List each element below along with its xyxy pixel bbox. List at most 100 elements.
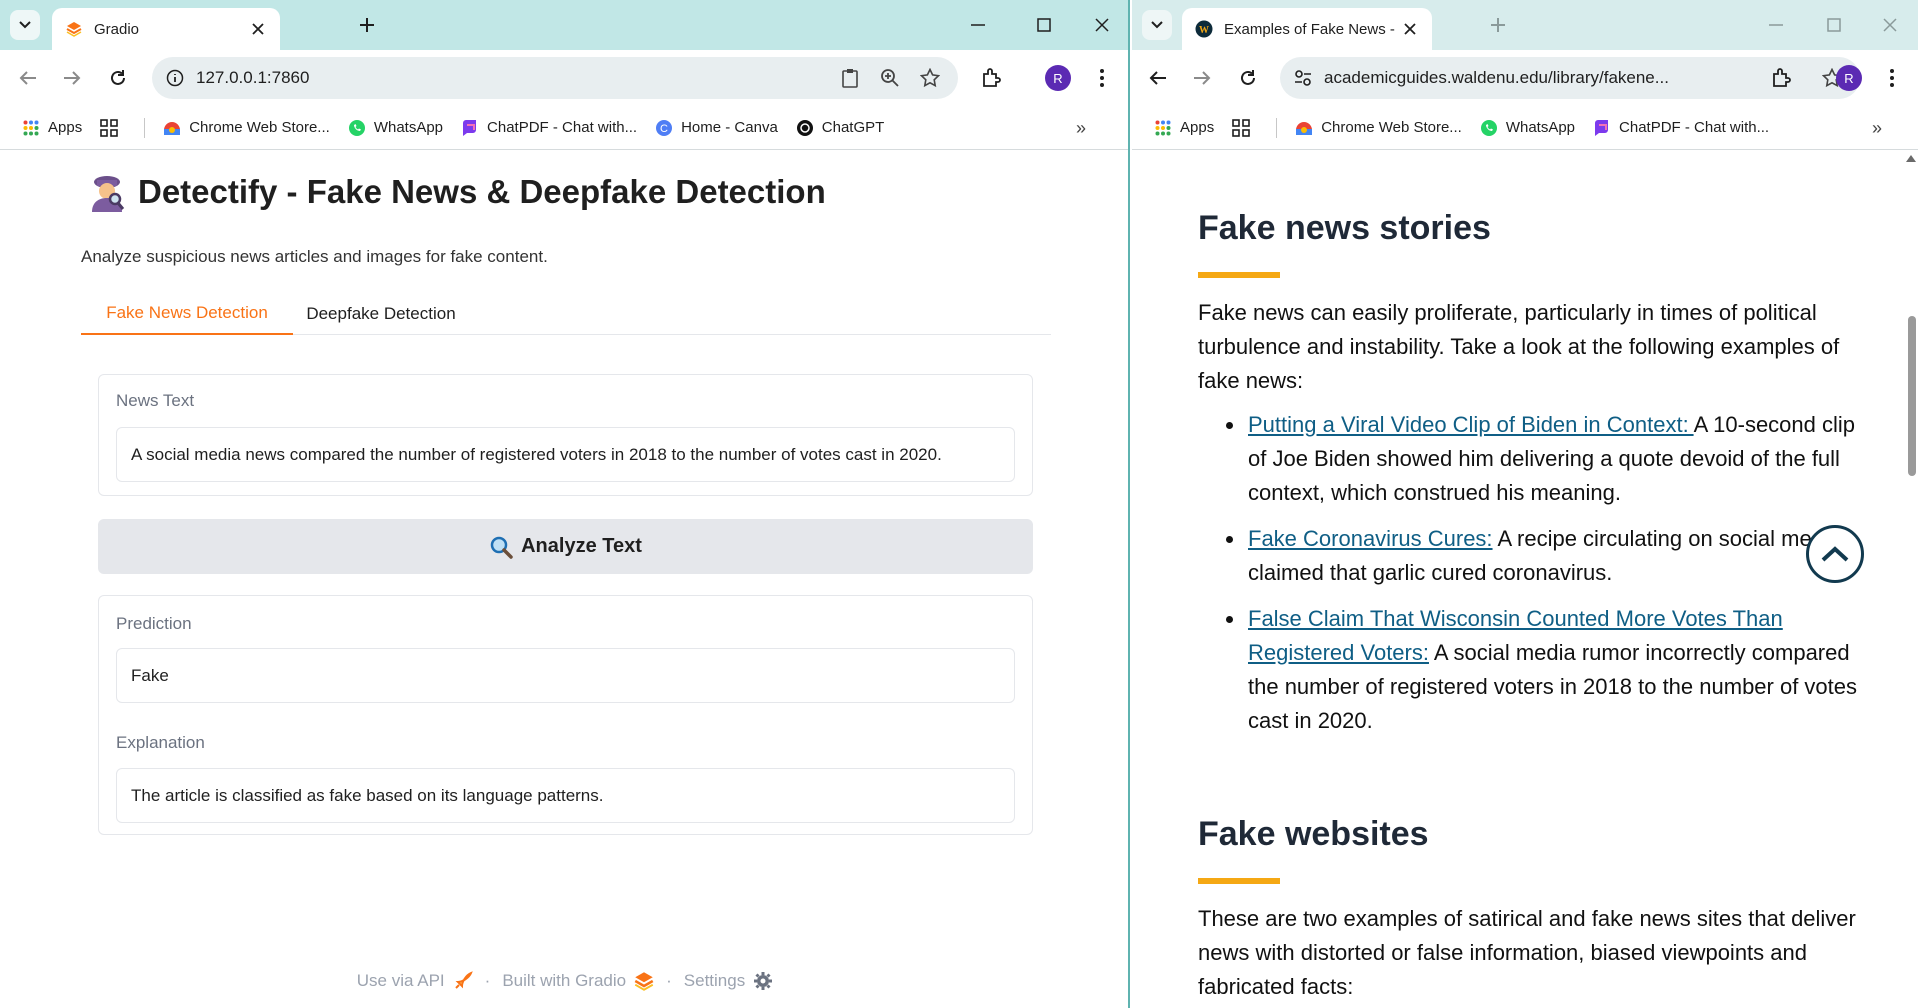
bookmark-apps[interactable]: Apps <box>1154 119 1214 137</box>
vertical-scrollbar[interactable] <box>1904 151 1918 1008</box>
list-item: Putting a Viral Video Clip of Biden in C… <box>1198 408 1858 510</box>
page-title: Detectify - Fake News & Deepfake Detecti… <box>88 172 826 212</box>
article-link[interactable]: Fake Coronavirus Cures: <box>1248 526 1493 551</box>
apps-grid-icon <box>22 119 40 137</box>
tab-groups-button[interactable] <box>1232 118 1258 137</box>
back-button[interactable] <box>12 62 44 94</box>
minimize-button[interactable] <box>960 8 996 42</box>
intro-paragraph: Fake news can easily proliferate, partic… <box>1198 300 1840 393</box>
grid-icon <box>1232 118 1251 137</box>
tab-deepfake-detection[interactable]: Deepfake Detection <box>293 293 469 335</box>
close-tab-icon[interactable] <box>248 19 268 39</box>
examples-list: Putting a Viral Video Clip of Biden in C… <box>1198 408 1858 750</box>
profile-avatar[interactable]: R <box>1045 65 1071 91</box>
close-tab-icon[interactable] <box>1400 19 1420 39</box>
title-text: Detectify - Fake News & Deepfake Detecti… <box>138 173 826 210</box>
canva-icon: C <box>655 119 673 137</box>
tab-groups-button[interactable] <box>100 118 126 137</box>
bookmark-chatgpt[interactable]: ChatGPT <box>796 119 885 137</box>
chevron-up-icon <box>1821 546 1849 562</box>
tab-fake-news-detection[interactable]: Fake News Detection <box>81 293 293 335</box>
bookmark-chatpdf[interactable]: ChatPDF - Chat with... <box>461 119 637 137</box>
bookmark-label: Chrome Web Store... <box>1321 119 1462 136</box>
detective-icon <box>92 176 125 212</box>
magnifier-icon <box>490 536 513 559</box>
apps-grid-icon <box>1154 119 1172 137</box>
back-button[interactable] <box>1142 62 1174 94</box>
menu-button[interactable] <box>1876 62 1908 94</box>
chevron-down-icon <box>1151 21 1163 29</box>
bookmark-label: ChatPDF - Chat with... <box>1619 119 1770 136</box>
settings-link[interactable]: Settings <box>684 971 773 991</box>
bookmark-chrome-web-store[interactable]: Chrome Web Store... <box>1295 119 1462 137</box>
extensions-button[interactable] <box>1766 62 1798 94</box>
list-item: Fake Coronavirus Cures: A recipe circula… <box>1198 522 1858 590</box>
explanation-output[interactable]: The article is classified as fake based … <box>116 768 1015 823</box>
reload-button[interactable] <box>1232 62 1264 94</box>
browser-toolbar: academicguides.waldenu.edu/library/faken… <box>1132 50 1918 106</box>
news-text-input[interactable]: A social media news compared the number … <box>116 427 1015 482</box>
bookmark-whatsapp[interactable]: WhatsApp <box>348 119 443 137</box>
analyze-text-button[interactable]: Analyze Text <box>98 519 1033 574</box>
new-tab-button[interactable] <box>1484 11 1512 39</box>
close-window-button[interactable] <box>1084 8 1120 42</box>
bookmark-apps[interactable]: Apps <box>22 119 82 137</box>
bookmark-whatsapp[interactable]: WhatsApp <box>1480 119 1575 137</box>
menu-button[interactable] <box>1086 62 1118 94</box>
gradio-logo-icon <box>634 972 654 991</box>
forward-button[interactable] <box>56 62 88 94</box>
list-item: False Claim That Wisconsin Counted More … <box>1198 602 1858 738</box>
tab-title: Examples of Fake News - Fact C <box>1224 20 1400 38</box>
plus-icon <box>1491 18 1505 32</box>
gradio-logo-icon <box>64 19 84 39</box>
forward-button[interactable] <box>1186 62 1218 94</box>
reload-icon <box>111 70 125 85</box>
chatpdf-icon <box>1593 119 1611 137</box>
bookmark-star-icon[interactable] <box>910 68 950 88</box>
settings-label: Settings <box>683 971 746 990</box>
browser-tab-fake-news[interactable]: W Examples of Fake News - Fact C <box>1182 8 1432 50</box>
bookmark-canva[interactable]: C Home - Canva <box>655 119 778 137</box>
more-bookmarks-button[interactable]: » <box>1076 106 1086 149</box>
use-via-api-link[interactable]: Use via API <box>357 971 473 991</box>
browser-tab-gradio[interactable]: Gradio <box>52 8 280 50</box>
bookmark-label: ChatGPT <box>821 119 885 136</box>
svg-text:W: W <box>1199 25 1209 36</box>
prediction-output[interactable]: Fake <box>116 648 1015 703</box>
bookmarks-bar: Apps Chrome Web Store... WhatsApp ChatPD… <box>0 106 1128 150</box>
tab-search-button[interactable] <box>1142 10 1172 40</box>
heading-fake-websites: Fake websites <box>1198 815 1429 853</box>
news-text-block: News Text A social media news compared t… <box>98 374 1033 496</box>
app-footer: Use via API · Built with Gradio · Settin… <box>0 971 1128 991</box>
reload-button[interactable] <box>102 62 134 94</box>
bookmark-chatpdf[interactable]: ChatPDF - Chat with... <box>1593 119 1769 137</box>
chrome-web-store-icon <box>163 119 181 137</box>
article-link[interactable]: Putting a Viral Video Clip of Biden in C… <box>1248 412 1694 437</box>
url-text: academicguides.waldenu.edu/library/faken… <box>1324 68 1669 87</box>
use-via-api-label: Use via API <box>356 971 445 990</box>
tab-search-button[interactable] <box>10 10 40 40</box>
extensions-button[interactable] <box>976 62 1008 94</box>
scrollbar-thumb[interactable] <box>1908 316 1916 476</box>
right-browser-window: W Examples of Fake News - Fact C <box>1132 0 1918 1008</box>
zoom-icon[interactable] <box>870 68 910 88</box>
tab-title: Gradio <box>94 20 140 38</box>
address-bar[interactable]: 127.0.0.1:7860 <box>152 57 958 99</box>
close-window-button[interactable] <box>1872 8 1908 42</box>
scroll-to-top-button[interactable] <box>1806 525 1864 583</box>
maximize-button[interactable] <box>1816 8 1852 42</box>
profile-avatar[interactable]: R <box>1836 65 1862 91</box>
clipboard-icon[interactable] <box>830 68 870 88</box>
arrow-right-icon <box>1194 71 1211 85</box>
bookmark-separator <box>144 117 146 138</box>
site-settings-icon <box>1295 70 1311 86</box>
built-with-gradio-link[interactable]: Built with Gradio <box>502 971 654 991</box>
chatpdf-icon <box>461 119 479 137</box>
maximize-button[interactable] <box>1026 8 1062 42</box>
minimize-button[interactable] <box>1758 8 1794 42</box>
chevron-down-icon <box>19 21 31 29</box>
more-bookmarks-button[interactable]: » <box>1872 106 1882 149</box>
new-tab-button[interactable] <box>353 11 381 39</box>
bookmark-chrome-web-store[interactable]: Chrome Web Store... <box>163 119 330 137</box>
scroll-up-arrow-icon[interactable] <box>1906 155 1916 162</box>
